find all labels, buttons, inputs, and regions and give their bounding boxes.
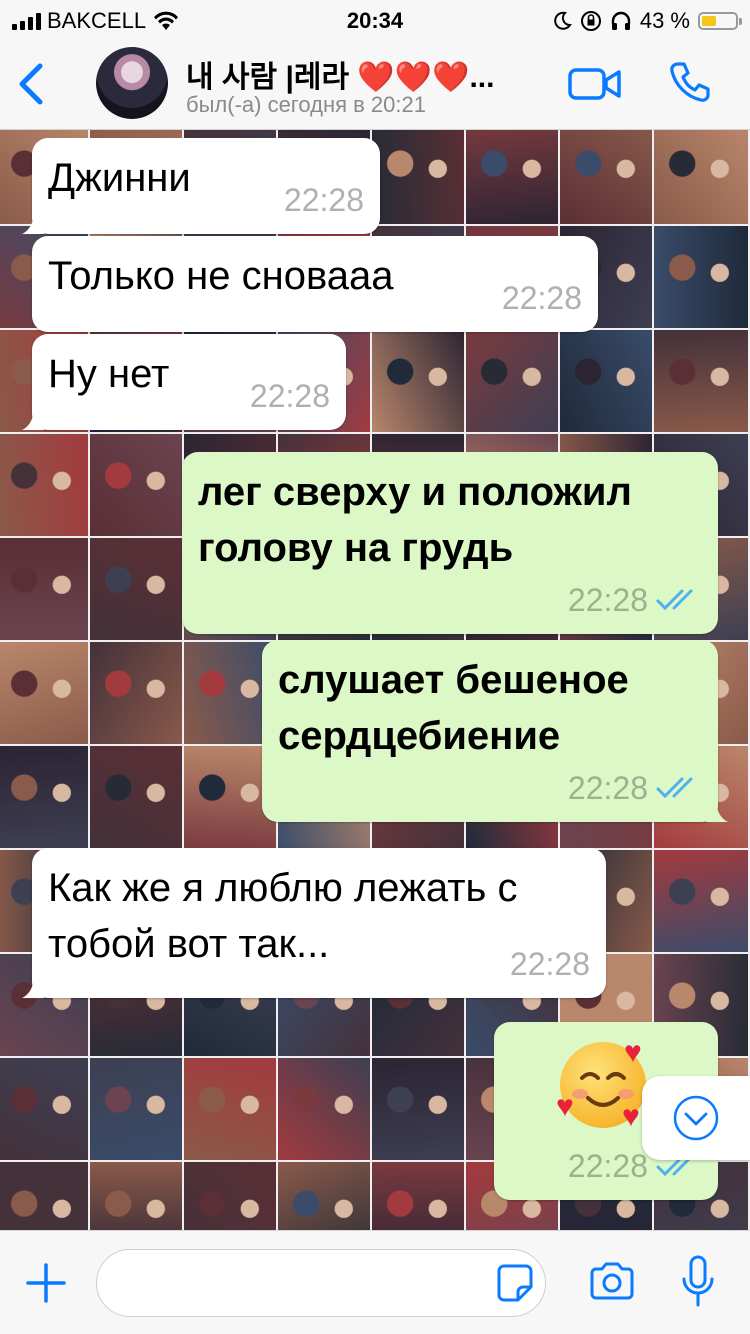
wallpaper-photo-tile xyxy=(0,432,92,540)
message-bubble-outgoing[interactable]: лег сверху и положил голову на грудь 22:… xyxy=(182,452,718,634)
message-time: 22:28 xyxy=(249,378,330,414)
bubble-tail xyxy=(22,210,44,234)
wallpaper-photo-tile xyxy=(464,328,562,436)
wallpaper-photo-tile xyxy=(0,1056,92,1164)
wallpaper-photo-tile xyxy=(652,848,750,956)
last-seen-status: был(-а) сегодня в 20:21 xyxy=(186,92,426,117)
microphone-icon[interactable] xyxy=(680,1255,716,1309)
battery-fill xyxy=(702,16,716,26)
wallpaper-photo-tile xyxy=(88,432,186,540)
message-text: Как же я люблю лежать с тобой вот так... xyxy=(48,866,518,966)
wallpaper-photo-tile xyxy=(652,328,750,436)
wallpaper-photo-tile xyxy=(370,130,468,228)
wallpaper-photo-tile xyxy=(88,1056,186,1164)
heart-icon: ♥ xyxy=(556,1090,574,1123)
wallpaper-photo-tile xyxy=(88,640,186,748)
battery-icon xyxy=(698,12,742,30)
wallpaper-photo-tile xyxy=(652,130,750,228)
message-bubble-incoming[interactable]: Как же я люблю лежать с тобой вот так...… xyxy=(22,848,606,998)
wallpaper-photo-tile xyxy=(370,1056,468,1164)
chat-header: 내 사람 |레라 ❤️❤️❤️... был(-а) сегодня в 20:… xyxy=(0,40,750,130)
orientation-lock-icon xyxy=(580,11,601,31)
status-bar: BAKCELL 20:34 43 % xyxy=(0,0,750,40)
sticker-icon[interactable] xyxy=(496,1263,534,1303)
wallpaper-photo-tile xyxy=(464,130,562,228)
headphones-icon xyxy=(611,11,631,30)
wallpaper-photo-tile xyxy=(182,1056,280,1164)
phone-call-icon[interactable] xyxy=(668,60,712,104)
wallpaper-photo-tile xyxy=(0,536,92,644)
message-time: 22:28 xyxy=(567,582,648,618)
message-time: 22:28 xyxy=(283,182,364,218)
chevron-down-icon xyxy=(673,1095,719,1141)
wallpaper-photo-tile xyxy=(88,536,186,644)
wallpaper-photo-tile xyxy=(652,224,750,332)
wallpaper-photo-tile xyxy=(370,1160,468,1230)
bubble-tail xyxy=(706,798,728,822)
message-text: лег сверху и положил голову на грудь xyxy=(198,470,632,570)
back-icon[interactable] xyxy=(14,62,50,106)
wallpaper-photo-tile xyxy=(0,1160,92,1230)
wallpaper-photo-tile xyxy=(0,744,92,852)
bubble-tail xyxy=(22,974,44,998)
avatar[interactable] xyxy=(96,47,168,119)
wallpaper-photo-tile xyxy=(558,130,656,228)
heart-icon: ♥ xyxy=(624,1036,642,1069)
bubble-tail xyxy=(22,406,44,430)
wallpaper-photo-tile xyxy=(0,640,92,748)
message-input[interactable] xyxy=(96,1249,546,1317)
message-time: 22:28 xyxy=(501,280,582,316)
input-bar xyxy=(0,1230,750,1334)
message-text: слушает бешеное сердцебиение xyxy=(278,658,629,758)
moon-icon xyxy=(554,11,572,30)
wallpaper-photo-tile xyxy=(276,1160,374,1230)
message-bubble-outgoing[interactable]: слушает бешеное сердцебиение 22:28 xyxy=(262,640,728,822)
plus-icon[interactable] xyxy=(24,1261,68,1305)
message-time: 22:28 xyxy=(567,770,648,806)
message-bubble-incoming[interactable]: Ну нет 22:28 xyxy=(22,334,346,430)
video-call-icon[interactable] xyxy=(568,64,622,104)
wallpaper-photo-tile xyxy=(558,328,656,436)
message-bubble-incoming[interactable]: Только не сноваaa 22:28 xyxy=(32,236,598,332)
message-time: 22:28 xyxy=(567,1148,648,1184)
wallpaper-photo-tile xyxy=(276,1056,374,1164)
message-time: 22:28 xyxy=(509,946,590,982)
heart-icon: ♥ xyxy=(622,1100,640,1133)
wallpaper-photo-tile xyxy=(182,1160,280,1230)
scroll-to-bottom-button[interactable] xyxy=(642,1076,750,1160)
camera-icon[interactable] xyxy=(588,1261,636,1301)
read-receipt-icon xyxy=(656,777,693,799)
contact-name[interactable]: 내 사람 |레라 ❤️❤️❤️... xyxy=(186,52,494,96)
wallpaper-photo-tile xyxy=(88,1160,186,1230)
chat-area[interactable]: Джинни 22:28 Только не сноваaa 22:28 Ну … xyxy=(0,130,750,1230)
wallpaper-photo-tile xyxy=(370,328,468,436)
message-bubble-incoming[interactable]: Джинни 22:28 xyxy=(22,138,380,234)
battery-percent: 43 % xyxy=(639,8,690,33)
wallpaper-photo-tile xyxy=(88,744,186,852)
read-receipt-icon xyxy=(656,589,693,611)
